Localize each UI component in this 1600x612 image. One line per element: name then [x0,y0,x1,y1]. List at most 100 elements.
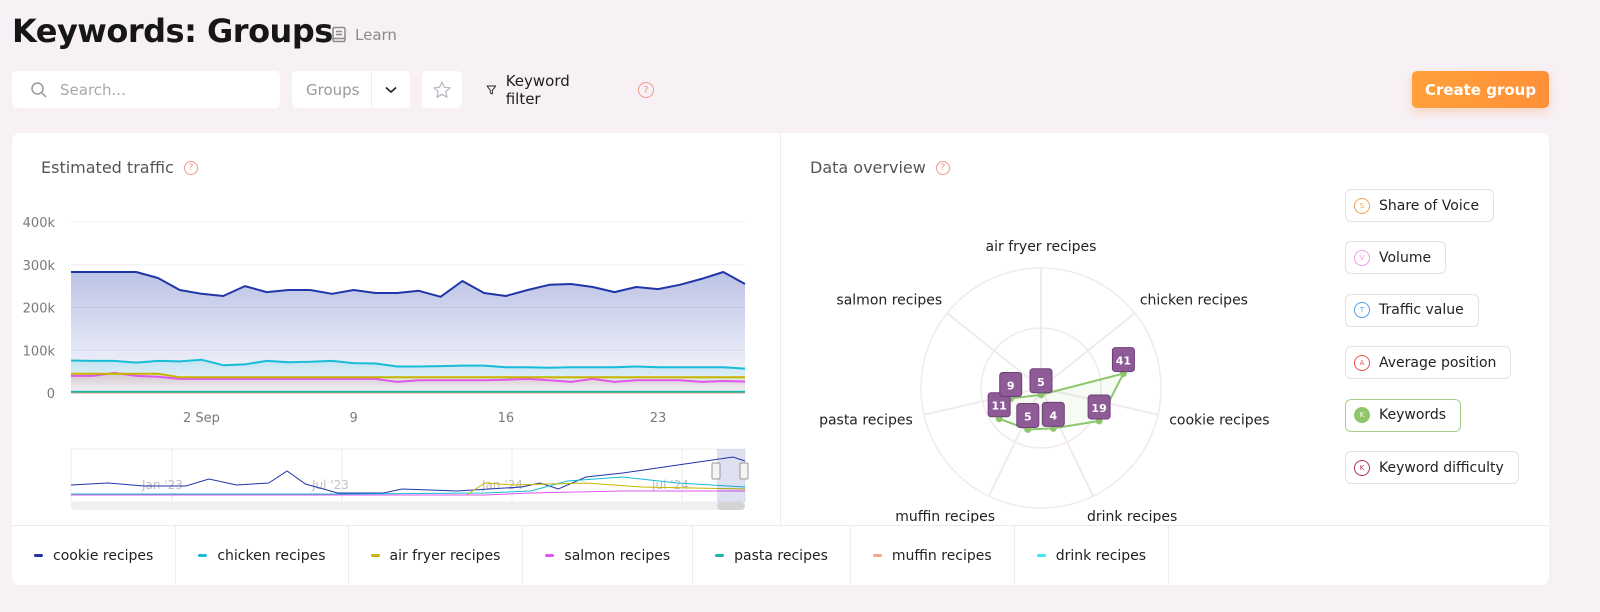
metric-chip[interactable]: S Share of Voice [1345,189,1495,222]
favorite-button[interactable] [422,71,462,108]
filter-icon [486,85,497,94]
metric-chip[interactable]: K Keywords [1345,398,1462,432]
legend-swatch [545,554,555,557]
navigator-handle-right[interactable] [739,462,749,480]
legend-label: muffin recipes [891,547,992,564]
legend-label: air fryer recipes [389,547,501,564]
metric-icon: K [1354,459,1370,476]
x-tick-label: 2 Sep [183,411,220,426]
groups-select-value: Groups [306,80,360,99]
radar-value-badge: 5 [1016,402,1040,428]
help-icon[interactable]: ? [183,160,198,175]
radar-value-badge: 9 [999,372,1023,398]
metric-icon: K [1354,407,1370,424]
keyword-filter-label: Keyword filter [505,71,570,108]
navigator-scrollbar[interactable] [71,502,745,510]
badge-value: 11 [992,400,1007,413]
dashboard-card: Estimated traffic ? 0 100k 200k 300k 400k 2 S… [12,133,1549,585]
traffic-chart[interactable]: 0 100k 200k 300k 400k 2 Sep 9 16 23 Jan '23 Jul '2… [12,193,780,515]
legend-item[interactable]: muffin recipes [851,526,1015,585]
metric-icon: T [1354,302,1370,319]
legend-label: pasta recipes [734,547,828,564]
radar-axis-label: drink recipes [1087,509,1177,523]
radar-value-badge: 5 [1029,368,1053,394]
radar-value-badge: 41 [1111,347,1135,373]
scrollbar-thumb[interactable] [717,502,745,510]
traffic-title: Estimated traffic [41,158,174,177]
radar-axis-label: pasta recipes [819,413,913,429]
metric-label: Keywords [1379,407,1447,424]
x-tick-label: 16 [498,411,515,426]
legend-swatch [34,554,43,557]
radar-chart: air fryer recipes chicken recipes cookie r… [819,239,1269,523]
y-tick-label: 300k [23,259,56,274]
navigator-label: Jul '24 [651,478,689,492]
legend-item[interactable]: pasta recipes [693,526,851,585]
badge-value: 19 [1091,402,1106,415]
legend-item[interactable]: chicken recipes [176,526,349,585]
badge-value: 5 [1037,376,1045,389]
radar-axis-label: muffin recipes [895,509,995,523]
metric-icon: A [1354,354,1370,371]
y-tick-label: 200k [23,302,56,317]
x-tick-label: 23 [650,411,667,426]
legend-swatch [872,554,882,557]
book-icon [332,26,346,43]
learn-label: Learn [355,26,397,44]
metric-label: Traffic value [1379,302,1464,319]
metric-label: Volume [1379,249,1432,266]
chevron-down-icon[interactable] [372,86,410,94]
metric-chip[interactable]: V Volume [1345,241,1447,275]
legend-item[interactable]: air fryer recipes [349,526,524,585]
legend-label: drink recipes [1055,547,1147,564]
metric-label: Keyword difficulty [1379,459,1504,476]
legend-swatch [715,554,725,557]
legend-label: salmon recipes [564,547,671,564]
navigator-label: Jul '23 [311,478,349,492]
legend-swatch [198,554,208,557]
badge-value: 4 [1049,409,1057,422]
search-box[interactable] [12,71,280,108]
help-icon[interactable]: ? [638,82,654,98]
badge-value: 41 [1116,355,1131,368]
legend-item[interactable]: drink recipes [1015,526,1170,585]
x-tick-label: 9 [350,411,358,426]
y-tick-label: 400k [23,216,56,231]
legend-label: cookie recipes [53,547,154,564]
groups-select[interactable]: Groups [292,71,410,108]
metric-chip[interactable]: K Keyword difficulty [1345,451,1519,484]
navigator-handle-left[interactable] [711,462,721,480]
series-legend: cookie recipes chicken recipes air fryer r… [12,526,1170,585]
badge-value: 5 [1024,410,1032,423]
badge-value: 9 [1007,380,1015,393]
learn-link[interactable]: Learn [331,26,397,44]
create-group-button[interactable]: Create group [1412,71,1549,108]
radar-spoke [946,312,1042,389]
metric-chip[interactable]: T Traffic value [1345,293,1479,327]
metric-label: Average position [1379,354,1497,371]
radar-axis-label: salmon recipes [836,292,942,308]
keyword-filter-button[interactable]: Keyword filter [486,71,575,108]
radar-axis-label: air fryer recipes [986,239,1097,255]
legend-label: chicken recipes [217,547,326,564]
legend-item[interactable]: cookie recipes [12,526,177,585]
legend-swatch [1036,554,1046,557]
y-tick-label: 0 [47,387,55,402]
page-title: Keywords: Groups [12,12,333,50]
metric-icon: S [1354,197,1370,214]
y-tick-label: 100k [23,344,56,359]
search-icon [31,81,47,98]
legend-item[interactable]: salmon recipes [523,526,694,585]
radar-value-badge: 19 [1087,394,1111,420]
navigator-label: Jan '23 [141,478,183,492]
search-input[interactable] [60,80,260,99]
radar-value-badge: 4 [1041,401,1065,427]
star-icon [433,80,451,98]
radar-axis-label: cookie recipes [1169,413,1269,429]
radar-axis-label: chicken recipes [1140,292,1248,308]
metric-chip[interactable]: A Average position [1345,346,1512,380]
traffic-panel-title: Estimated traffic ? [41,158,198,177]
metric-icon: V [1354,249,1370,266]
legend-swatch [370,554,380,557]
metric-label: Share of Voice [1379,197,1480,214]
